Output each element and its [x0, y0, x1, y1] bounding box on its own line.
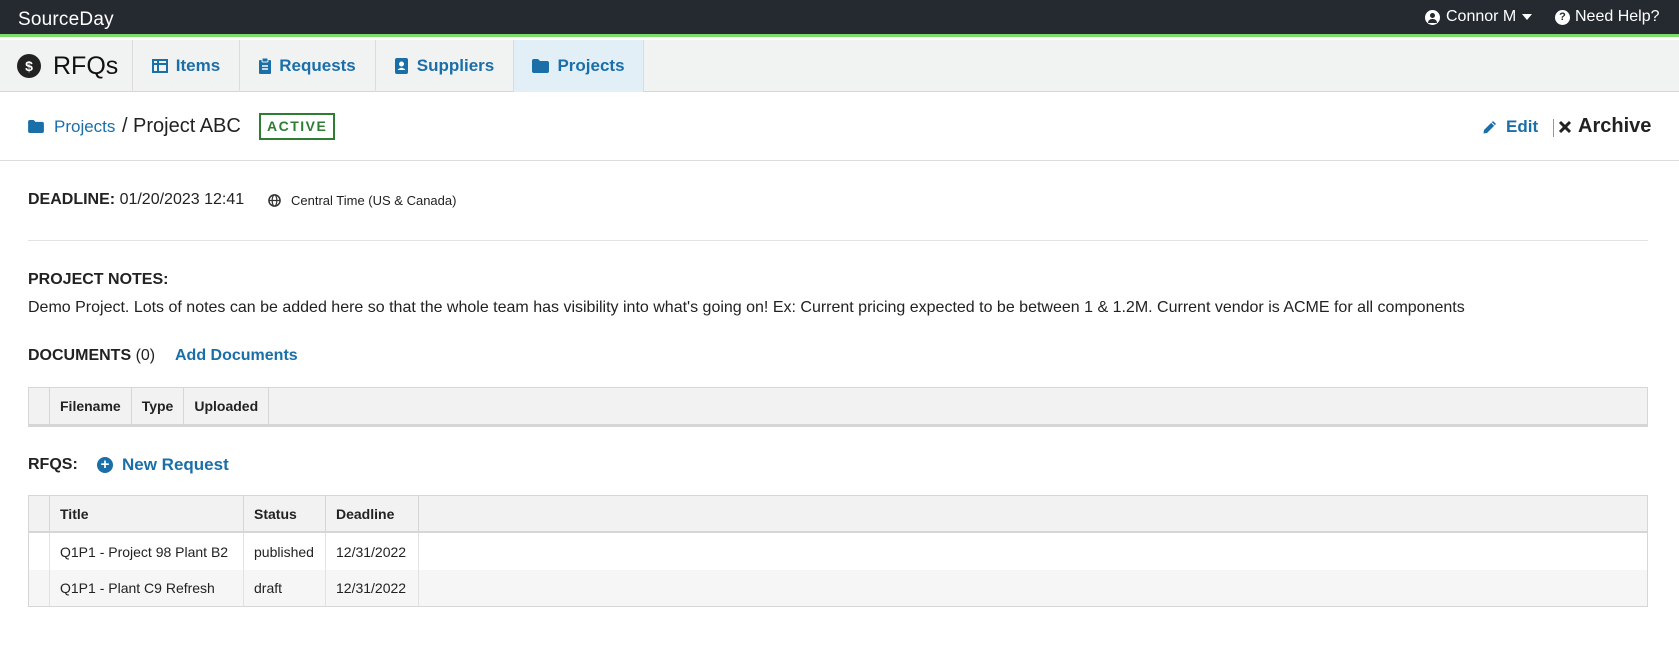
deadline-value: 01/20/2023 12:41 [119, 191, 245, 208]
header-filler [419, 496, 1647, 531]
documents-table: Filename Type Uploaded [28, 387, 1648, 427]
rfq-deadline: 12/31/2022 [326, 570, 419, 606]
row-filler [419, 570, 1647, 606]
folder-icon [532, 59, 550, 73]
add-documents-link[interactable]: Add Documents [175, 347, 298, 365]
select-column [29, 496, 50, 531]
tab-projects[interactable]: Projects [514, 40, 644, 92]
notes-text: Demo Project. Lots of notes can be added… [28, 299, 1465, 316]
tab-requests[interactable]: Requests [240, 40, 376, 92]
rfq-title[interactable]: Q1P1 - Plant C9 Refresh [50, 570, 244, 606]
help-link[interactable]: ? Need Help? [1555, 8, 1660, 26]
documents-title: DOCUMENTS [28, 347, 132, 364]
deadline: DEADLINE: 01/20/2023 12:41 [28, 191, 244, 209]
timezone-label: Central Time (US & Canada) [291, 193, 457, 208]
notes-label: PROJECT NOTES: [28, 271, 169, 288]
table-row[interactable]: Q1P1 - Plant C9 Refresh draft 12/31/2022 [29, 570, 1647, 606]
header-filler [269, 388, 1647, 424]
select-column [29, 388, 50, 424]
row-select [29, 533, 50, 570]
column-header-uploaded[interactable]: Uploaded [184, 388, 270, 424]
module-title: $ RFQs [0, 40, 133, 92]
user-name: Connor M [1446, 8, 1517, 25]
rfqs-table: Title Status Deadline Q1P1 - Project 98 … [28, 495, 1648, 607]
dollar-chat-icon: $ [17, 54, 41, 78]
column-header-title[interactable]: Title [50, 496, 244, 531]
breadcrumb-projects-link[interactable]: Projects [54, 117, 115, 137]
question-circle-icon: ? [1555, 9, 1570, 25]
folder-icon [28, 120, 44, 133]
row-select [29, 570, 50, 606]
caret-down-icon [1522, 14, 1533, 20]
module-nav: $ RFQs Items Requests Suppliers Projects [0, 40, 1679, 92]
column-header-status[interactable]: Status [244, 496, 326, 531]
column-header-filename[interactable]: Filename [50, 388, 132, 424]
rfq-status: published [244, 533, 326, 570]
breadcrumb-separator: / [122, 115, 128, 137]
close-icon [1558, 120, 1572, 133]
user-circle-icon [1425, 9, 1440, 25]
table-icon [151, 59, 168, 73]
rfq-status: draft [244, 570, 326, 606]
table-row[interactable]: Q1P1 - Project 98 Plant B2 published 12/… [29, 533, 1647, 570]
table-header: Title Status Deadline [29, 496, 1647, 533]
archive-label: Archive [1578, 115, 1652, 137]
help-label: Need Help? [1575, 8, 1660, 25]
tab-items-label: Items [175, 56, 221, 75]
plus-circle-icon: + [97, 457, 113, 473]
column-header-deadline[interactable]: Deadline [326, 496, 419, 531]
new-request-label: New Request [122, 455, 229, 474]
edit-label: Edit [1506, 117, 1539, 136]
tab-requests-label: Requests [279, 56, 356, 75]
documents-label: DOCUMENTS (0) [28, 347, 155, 365]
tab-suppliers-label: Suppliers [416, 56, 495, 75]
page-header: Projects / Project ABC ACTIVE Edit Archi… [0, 93, 1679, 161]
tab-items[interactable]: Items [133, 40, 240, 92]
table-header: Filename Type Uploaded [29, 388, 1647, 426]
documents-count: (0) [135, 347, 156, 364]
archive-button[interactable]: Archive [1558, 115, 1651, 138]
rfqs-label: RFQS: [28, 456, 78, 473]
user-menu[interactable]: Connor M [1425, 8, 1533, 26]
new-request-button[interactable]: + New Request [97, 455, 229, 475]
status-badge: ACTIVE [259, 113, 336, 140]
timezone: Central Time (US & Canada) [268, 193, 456, 208]
edit-button[interactable]: Edit [1482, 117, 1538, 137]
tab-suppliers[interactable]: Suppliers [376, 40, 514, 92]
page-title: Project ABC [133, 115, 241, 137]
deadline-label: DEADLINE: [28, 191, 116, 208]
divider [28, 240, 1648, 241]
rfq-title[interactable]: Q1P1 - Project 98 Plant B2 [50, 533, 244, 570]
contact-book-icon [394, 58, 408, 74]
rfq-deadline: 12/31/2022 [326, 533, 419, 570]
row-filler [419, 533, 1647, 570]
top-bar: SourceDay Connor M ? Need Help? [0, 0, 1679, 37]
column-header-type[interactable]: Type [132, 388, 185, 424]
brand-logo[interactable]: SourceDay [18, 9, 114, 31]
divider [1553, 119, 1554, 137]
pencil-icon [1483, 121, 1496, 134]
tab-projects-label: Projects [557, 56, 625, 75]
globe-icon [268, 194, 281, 207]
clipboard-icon [259, 58, 272, 74]
module-name: RFQs [53, 51, 119, 80]
